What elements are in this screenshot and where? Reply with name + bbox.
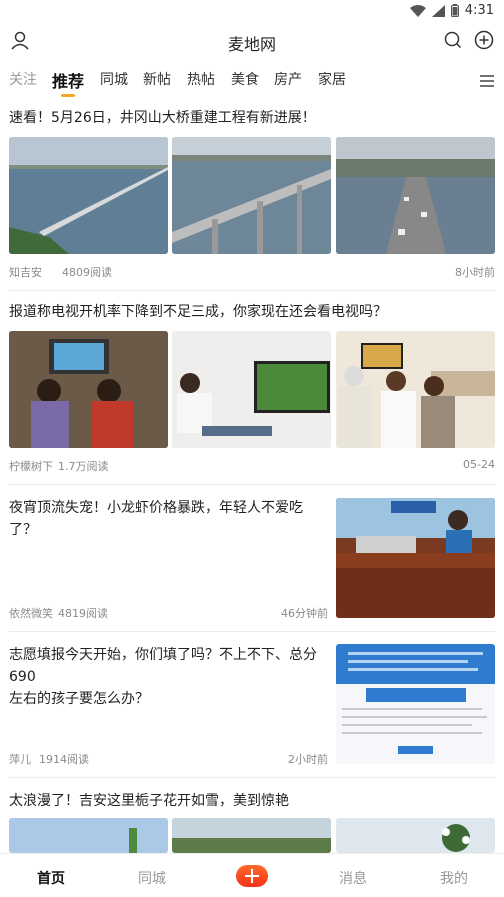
app-title: 麦地网	[227, 35, 276, 54]
status-time: 4:31	[464, 3, 494, 18]
garden-photo-3[interactable]	[336, 818, 495, 853]
article-time: 2小时前	[288, 753, 328, 766]
active-tab-indicator	[61, 94, 75, 97]
nav-messages[interactable]: 消息	[339, 868, 367, 888]
tv-kids-photo[interactable]	[9, 331, 168, 448]
article-title-line: 左右的孩子要怎么办？	[9, 691, 149, 707]
article-author: 萍儿	[9, 753, 31, 766]
menu-icon[interactable]	[480, 72, 494, 91]
article-time: 46分钟前	[281, 607, 328, 620]
wifi-icon	[409, 4, 426, 17]
screenshot-thumb[interactable]	[336, 644, 495, 764]
article-title[interactable]: 太浪漫了！吉安这里栀子花开如雪，美到惊艳	[9, 790, 289, 812]
status-bar: 4:31	[0, 0, 504, 22]
article-title-line: 志愿填报今天开始，你们填了吗？不上不下、总分690	[9, 647, 317, 685]
divider	[9, 290, 495, 291]
bridge-photo-2[interactable]	[172, 137, 331, 254]
tab-real-estate[interactable]: 房产	[274, 69, 302, 89]
tab-new-posts[interactable]: 新帖	[143, 69, 171, 89]
tab-recommend[interactable]: 推荐	[52, 68, 84, 92]
tab-hot-posts[interactable]: 热帖	[187, 69, 215, 89]
family-tv-photo[interactable]	[336, 331, 495, 448]
garden-photo-2[interactable]	[172, 818, 331, 853]
signal-icon	[431, 4, 445, 17]
article-time: 8小时前	[455, 266, 495, 279]
category-tabs: 关注 推荐 同城 新帖 热帖 美食 房产 家居	[0, 62, 504, 98]
bottom-nav: 首页 同城 消息 我的	[0, 853, 504, 897]
tab-food[interactable]: 美食	[231, 69, 259, 89]
top-bar: 麦地网	[0, 22, 504, 60]
tab-home[interactable]: 家居	[318, 69, 346, 89]
article-reads: 1.7万阅读	[58, 460, 109, 473]
divider	[9, 631, 495, 632]
add-circle-icon[interactable]	[474, 30, 494, 54]
article-time: 05-24	[463, 458, 495, 471]
article-reads: 1914阅读	[39, 753, 89, 766]
nav-home[interactable]: 首页	[37, 868, 65, 888]
bridge-photo-1[interactable]	[9, 137, 168, 254]
divider	[9, 777, 495, 778]
battery-icon	[450, 4, 459, 17]
article-reads: 4819阅读	[58, 607, 108, 620]
article-title[interactable]: 报道称电视开机率下降到不足三成，你家现在还会看电视吗？	[9, 301, 387, 323]
article-reads: 4809阅读	[62, 266, 112, 279]
article-author: 知吉安	[9, 266, 42, 279]
article-title[interactable]: 夜宵顶流失宠！小龙虾价格暴跌，年轻人不爱吃了？	[9, 497, 324, 541]
article-author: 柠檬树下	[9, 460, 53, 473]
article-title[interactable]: 志愿填报今天开始，你们填了吗？不上不下、总分690 左右的孩子要怎么办？	[9, 644, 334, 710]
article-author: 依然微笑	[9, 607, 53, 620]
article-title[interactable]: 速看！5月26日，井冈山大桥重建工程有新进展！	[9, 107, 316, 129]
tab-local[interactable]: 同城	[100, 69, 128, 89]
nav-local[interactable]: 同城	[138, 868, 166, 888]
divider	[9, 484, 495, 485]
tab-follow[interactable]: 关注	[9, 69, 37, 89]
search-icon[interactable]	[444, 31, 462, 53]
nav-me[interactable]: 我的	[440, 868, 468, 888]
garden-photo-1[interactable]	[9, 818, 168, 853]
tv-watching-photo[interactable]	[172, 331, 331, 448]
bridge-photo-3[interactable]	[336, 137, 495, 254]
publish-plus-button[interactable]	[236, 865, 268, 887]
crayfish-photo[interactable]	[336, 498, 495, 618]
